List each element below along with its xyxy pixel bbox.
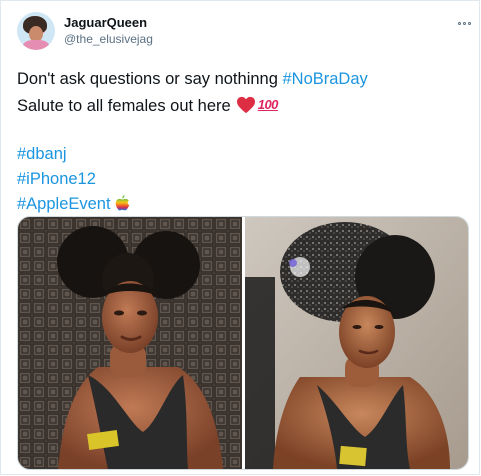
avatar[interactable] xyxy=(17,12,55,50)
red-heart-emoji-icon xyxy=(236,96,255,114)
hashtag-appleevent[interactable]: #AppleEvent xyxy=(17,195,111,213)
hashtag-iphone12[interactable]: #iPhone12 xyxy=(17,170,96,188)
media-grid xyxy=(17,216,469,470)
hashtag-nobraday[interactable]: #NoBraDay xyxy=(282,70,367,88)
more-options-icon[interactable] xyxy=(453,17,475,29)
author-handle[interactable]: @the_elusivejag xyxy=(64,32,153,47)
photo-1-image xyxy=(18,217,242,469)
hashtag-line-3: #AppleEvent xyxy=(17,192,467,217)
hashtag-dbanj[interactable]: #dbanj xyxy=(17,145,67,163)
tweet-text-line-2: Salute to all females out here 100 xyxy=(17,92,467,117)
author-display-name[interactable]: JaguarQueen xyxy=(64,15,147,31)
hundred-points-emoji-icon: 100 xyxy=(257,97,279,112)
tweet-card[interactable]: JaguarQueen @the_elusivejag Don't ask qu… xyxy=(0,0,480,475)
tweet-photo-1[interactable] xyxy=(18,217,242,469)
tweet-text-line-1: Don't ask questions or say nothinng #NoB… xyxy=(17,67,467,92)
tweet-photo-2[interactable] xyxy=(245,217,468,469)
photo-2-image xyxy=(245,217,468,469)
tweet-text: Don't ask questions or say nothinng #NoB… xyxy=(17,67,467,217)
apple-logo-emoji-icon xyxy=(115,195,129,211)
tweet-text-plain-1: Don't ask questions or say nothinng xyxy=(17,70,283,88)
hashtag-line-2: #iPhone12 xyxy=(17,167,467,192)
tweet-text-plain-2: Salute to all females out here xyxy=(17,97,231,115)
hashtag-line-1: #dbanj xyxy=(17,142,467,167)
